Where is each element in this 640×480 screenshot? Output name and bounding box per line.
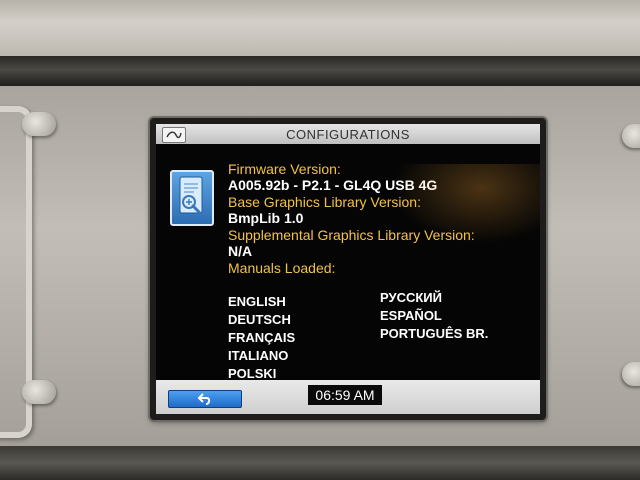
manuals-loaded-label: Manuals Loaded: [228,260,336,276]
bottom-bar: 06:59 AM [156,380,540,414]
base-graphics-value: BmpLib 1.0 [228,210,304,226]
manual-language-item: PORTUGUÊS BR. [380,326,489,341]
supplemental-graphics-label: Supplemental Graphics Library Version: [228,227,475,243]
handle-mount-top-left [22,112,56,136]
configuration-content: Firmware Version: A005.92b - P2.1 - GL4Q… [156,144,540,384]
appliance-bottom-groove [0,446,640,480]
appliance-top-groove [0,56,640,86]
manual-language-item: ENGLISH [228,294,286,309]
manual-language-item: РУССКИЙ [380,290,442,305]
back-button[interactable] [168,390,242,408]
handle-mount-bottom-right [622,362,640,386]
manual-language-item: ESPAÑOL [380,308,442,323]
manual-language-item: ITALIANO [228,348,289,363]
appliance-top-trim [0,0,640,56]
back-arrow-icon [198,393,211,405]
clock-display: 06:59 AM [308,385,382,405]
display-screen: CONFIGURATIONS Firmware Version: A005.92… [156,124,540,414]
manual-language-item: FRANÇAIS [228,330,296,345]
configuration-document-icon [170,170,214,226]
handle-mount-bottom-left [22,380,56,404]
brand-logo-icon [162,127,186,143]
base-graphics-label: Base Graphics Library Version: [228,194,421,210]
handle-mount-top-right [622,124,640,148]
version-info: Firmware Version: A005.92b - P2.1 - GL4Q… [228,162,528,276]
firmware-version-label: Firmware Version: [228,161,341,177]
supplemental-graphics-value: N/A [228,243,253,259]
title-bar: CONFIGURATIONS [156,124,540,144]
display-bezel: CONFIGURATIONS Firmware Version: A005.92… [150,118,546,420]
manual-language-item: POLSKI [228,366,277,381]
page-title: CONFIGURATIONS [286,126,410,142]
firmware-version-value: A005.92b - P2.1 - GL4Q USB 4G [228,177,438,193]
manual-language-item: DEUTSCH [228,312,291,327]
